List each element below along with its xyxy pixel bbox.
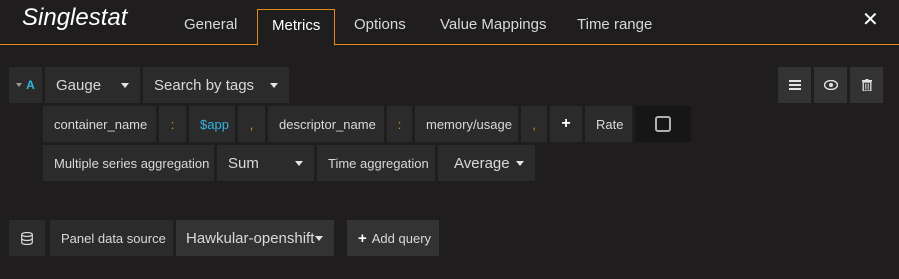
add-tag-button[interactable]: +	[550, 106, 582, 142]
close-icon[interactable]: ✕	[862, 10, 879, 30]
eye-icon	[823, 80, 838, 90]
tab-options[interactable]: Options	[354, 9, 406, 46]
tag-separator-text: ,	[532, 116, 536, 132]
query-ref-toggle[interactable]: A	[9, 67, 42, 103]
rate-checkbox-cell[interactable]	[635, 106, 691, 142]
time-aggregation-value: Average	[454, 154, 510, 172]
add-query-button[interactable]: + Add query	[347, 220, 439, 256]
database-icon	[21, 231, 33, 245]
chevron-down-icon	[516, 160, 524, 166]
add-query-label: Add query	[371, 230, 432, 246]
search-by-value: Search by tags	[154, 76, 255, 94]
tab-time-range[interactable]: Time range	[577, 9, 652, 46]
query-menu-button[interactable]	[778, 67, 811, 103]
collapse-caret-icon	[16, 83, 23, 87]
tag-operator[interactable]: :	[387, 106, 412, 142]
tab-general[interactable]: General	[184, 9, 237, 46]
tag-separator: ,	[521, 106, 547, 142]
series-aggregation-label: Multiple series aggregation	[43, 145, 214, 181]
tag-key-descriptor-name[interactable]: descriptor_name	[268, 106, 384, 142]
tag-separator-text: ,	[249, 116, 254, 132]
query-ref-id: A	[26, 78, 35, 92]
rate-label: Rate	[585, 106, 632, 142]
editor-header: Singlestat General Metrics Options Value…	[0, 0, 899, 46]
chevron-down-icon	[270, 82, 278, 88]
series-aggregation-value: Sum	[228, 154, 259, 172]
query-mode-select[interactable]: Gauge	[45, 67, 140, 103]
toggle-query-visibility-button[interactable]	[814, 67, 847, 103]
chevron-down-icon	[121, 82, 129, 88]
series-aggregation-select[interactable]: Sum	[217, 145, 314, 181]
chevron-down-icon	[295, 160, 303, 166]
time-aggregation-select[interactable]: Average	[438, 145, 535, 181]
tag-key-container-name[interactable]: container_name	[43, 106, 156, 142]
panel-title: Singlestat	[22, 4, 128, 31]
datasource-icon-box	[9, 220, 45, 256]
tag-separator: ,	[238, 106, 265, 142]
tag-operator-text: :	[170, 116, 175, 132]
tag-value-app[interactable]: $app	[189, 106, 235, 142]
trash-icon	[861, 79, 872, 91]
tag-operator[interactable]: :	[159, 106, 186, 142]
remove-query-button[interactable]	[850, 67, 883, 103]
plus-icon: +	[358, 229, 367, 247]
time-aggregation-label: Time aggregation	[317, 145, 435, 181]
plus-icon: +	[561, 115, 571, 132]
panel-datasource-label: Panel data source	[50, 220, 173, 256]
tag-value-text: $app	[200, 116, 229, 132]
panel-editor: Singlestat General Metrics Options Value…	[0, 0, 899, 279]
rate-checkbox[interactable]	[655, 116, 671, 132]
datasource-select[interactable]: Hawkular-openshift	[176, 220, 334, 256]
search-by-select[interactable]: Search by tags	[143, 67, 289, 103]
tag-operator-text: :	[397, 116, 402, 132]
chevron-down-icon	[315, 235, 323, 241]
hamburger-icon	[788, 80, 801, 90]
datasource-value: Hawkular-openshift	[186, 229, 315, 247]
query-mode-value: Gauge	[56, 76, 102, 94]
tag-value-memory-usage[interactable]: memory/usage	[415, 106, 518, 142]
tab-metrics[interactable]: Metrics	[257, 9, 336, 46]
tab-value-mappings[interactable]: Value Mappings	[440, 9, 546, 46]
